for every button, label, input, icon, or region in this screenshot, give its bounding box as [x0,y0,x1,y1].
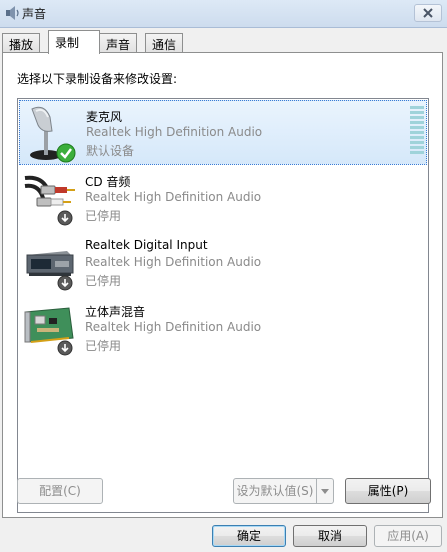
device-status: 默认设备 [86,144,135,158]
tab-sounds[interactable]: 声音 [99,33,138,53]
set-default-dropdown[interactable] [316,478,334,504]
device-list[interactable]: 麦克风 Realtek High Definition Audio 默认设备 C… [17,98,429,513]
device-status: 已停用 [85,209,122,223]
device-name: CD 音频 [85,175,131,189]
device-driver: Realtek High Definition Audio [86,125,263,139]
speaker-icon [6,6,19,20]
recording-panel: 选择以下录制设备来修改设置: 麦克风 Realtek High Definiti… [2,52,443,518]
device-name: 立体声混音 [85,305,146,319]
device-status: 已停用 [85,274,122,288]
level-meter [410,106,424,158]
cancel-button[interactable]: 取消 [293,525,367,547]
device-item-stereo-mix[interactable]: 立体声混音 Realtek High Definition Audio 已停用 [19,296,427,361]
apply-button[interactable]: 应用(A) [374,525,442,547]
device-name: Realtek Digital Input [85,238,208,252]
disabled-arrow-icon [57,210,73,226]
device-driver: Realtek High Definition Audio [85,190,262,204]
title-bar: 声音 [0,0,447,28]
tab-communications[interactable]: 通信 [145,33,184,53]
device-list-prompt: 选择以下录制设备来修改设置: [17,72,178,86]
device-item-cd-audio[interactable]: CD 音频 Realtek High Definition Audio 已停用 [19,166,427,231]
device-name: 麦克风 [86,110,123,124]
tab-playback[interactable]: 播放 [2,33,41,53]
disabled-arrow-icon [57,340,73,356]
ok-button[interactable]: 确定 [212,525,286,547]
device-item-digital-input[interactable]: Realtek Digital Input Realtek High Defin… [19,231,427,296]
close-button[interactable] [414,4,442,22]
device-status: 已停用 [85,339,122,353]
close-icon [423,8,433,18]
default-check-icon [56,143,76,163]
disabled-arrow-icon [57,275,73,291]
window-title: 声音 [22,7,47,21]
device-driver: Realtek High Definition Audio [85,320,262,334]
device-driver: Realtek High Definition Audio [85,255,262,269]
tab-recording[interactable]: 录制 [48,30,100,54]
properties-button[interactable]: 属性(P) [345,478,431,504]
device-item-microphone[interactable]: 麦克风 Realtek High Definition Audio 默认设备 [19,100,427,165]
set-default-button[interactable]: 设为默认值(S) [233,478,317,504]
configure-button[interactable]: 配置(C) [17,478,103,504]
